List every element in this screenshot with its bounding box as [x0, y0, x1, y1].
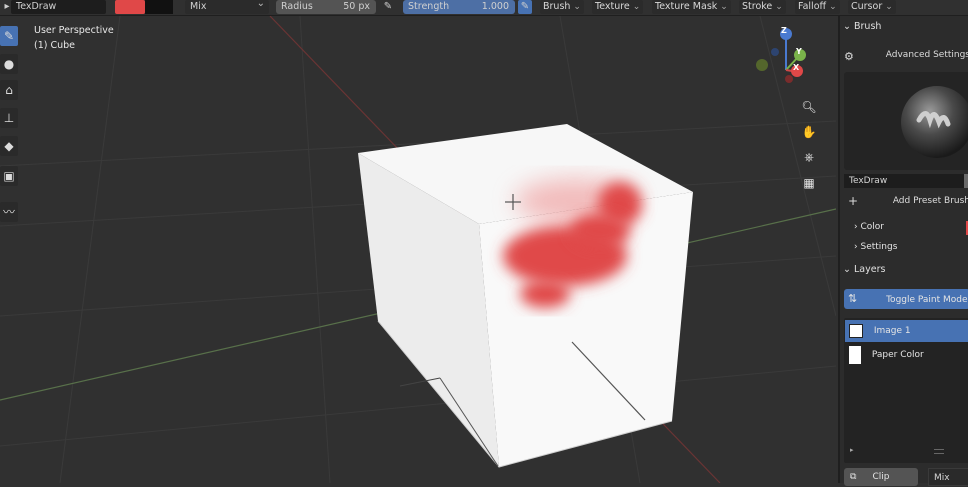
- blend-mode-text: Mix: [190, 1, 207, 12]
- brush-section-title: Brush: [854, 21, 882, 32]
- properties-panel: ⌄ Brush ⚙ Advanced Settings TexDraw + Ad…: [838, 16, 968, 486]
- chevron-down-icon: ⌄: [843, 264, 851, 275]
- list-expand-icon[interactable]: ▸: [850, 446, 854, 454]
- smear-brush-icon[interactable]: ⌂: [0, 80, 18, 100]
- add-preset-button[interactable]: Add Preset Brush: [868, 196, 968, 206]
- add-preset-label: Add Preset Brush: [892, 196, 968, 206]
- layer-blend-value: Mix: [934, 473, 950, 483]
- clip-icon: ⧉: [850, 472, 857, 482]
- image-layer-icon: [849, 323, 863, 338]
- menu-cursor-label: Cursor: [851, 1, 883, 12]
- toggle-paint-mode-button[interactable]: ⇅ Toggle Paint Mode: [844, 289, 968, 309]
- add-icon[interactable]: +: [848, 194, 858, 208]
- draw-brush-icon[interactable]: ✎: [0, 26, 18, 46]
- radius-value: 50 px: [343, 1, 370, 12]
- brush-sphere-icon: [901, 86, 968, 158]
- clip-label: Clip: [872, 472, 890, 482]
- mask-brush-icon[interactable]: ▣: [0, 166, 18, 186]
- gear-icon[interactable]: ⚙: [844, 50, 858, 64]
- layer-blend-select[interactable]: Mix: [928, 468, 968, 486]
- viewport-scene: [0, 16, 836, 483]
- brush-name-text: TexDraw: [16, 1, 57, 12]
- settings-row-label: Settings: [860, 242, 898, 252]
- tool-header: ▸ TexDraw Mix Radius 50 px ✎ Strength 1.…: [0, 0, 968, 16]
- gizmo-y-label: Y: [796, 47, 802, 56]
- advanced-settings-label: Advanced Settings: [885, 50, 968, 60]
- radius-slider[interactable]: Radius 50 px: [276, 0, 376, 14]
- brush-name-field[interactable]: TexDraw: [11, 0, 106, 14]
- soften-brush-icon[interactable]: ●: [0, 54, 18, 74]
- swap-icon: ⇅: [848, 292, 858, 305]
- annotate-tool-icon[interactable]: 〰: [0, 202, 18, 222]
- menu-texture-mask-label: Texture Mask: [655, 1, 718, 12]
- radius-label: Radius: [281, 1, 313, 12]
- toggle-paint-mode-label: Toggle Paint Mode: [886, 295, 968, 305]
- strength-slider[interactable]: Strength 1.000: [403, 0, 515, 14]
- menu-texture[interactable]: Texture ⌄: [592, 0, 644, 14]
- strength-value: 1.000: [481, 1, 509, 12]
- menu-texture-label: Texture: [595, 1, 630, 12]
- paper-color-icon: [849, 345, 861, 364]
- color-swatch[interactable]: [115, 0, 145, 14]
- menu-brush[interactable]: Brush ⌄: [540, 0, 584, 14]
- menu-falloff[interactable]: Falloff ⌄: [795, 0, 840, 14]
- gizmo-x-label: X: [793, 63, 800, 72]
- brush-name-value: TexDraw: [849, 176, 888, 186]
- color-row[interactable]: › Color: [854, 216, 968, 238]
- advanced-settings-button[interactable]: Advanced Settings: [870, 50, 968, 66]
- layers-list: Image 1 Paper Color ▸: [844, 318, 968, 463]
- gizmo-z-label: Z: [781, 26, 787, 35]
- strength-pressure-icon[interactable]: ✎: [518, 0, 532, 14]
- clip-button[interactable]: ⧉ Clip: [844, 468, 918, 486]
- hand-icon[interactable]: ✋: [800, 123, 818, 141]
- layer-name: Paper Color: [871, 350, 924, 360]
- brush-name-input[interactable]: TexDraw: [844, 174, 964, 188]
- brush-fake-user[interactable]: [964, 174, 968, 188]
- chevron-down-icon: ⌄: [843, 21, 851, 32]
- menu-stroke-label: Stroke: [742, 1, 773, 12]
- radius-pressure-icon[interactable]: ✎: [381, 0, 395, 14]
- settings-row[interactable]: › Settings: [854, 236, 968, 258]
- zoom-icon[interactable]: 🔍︎: [800, 98, 818, 116]
- left-toolbar: ✎ ● ⌂ ⊥ ◆ ▣ 〰: [0, 22, 22, 232]
- layers-section-title: Layers: [854, 264, 886, 275]
- menu-cursor[interactable]: Cursor ⌄: [848, 0, 896, 14]
- brush-preview[interactable]: [844, 72, 968, 170]
- menu-brush-label: Brush: [543, 1, 571, 12]
- resize-handle-icon[interactable]: [934, 449, 944, 454]
- chevron-right-icon: ›: [854, 222, 858, 232]
- menu-falloff-label: Falloff: [798, 1, 827, 12]
- chevron-right-icon: ›: [854, 242, 858, 252]
- clone-brush-icon[interactable]: ⊥: [0, 108, 18, 128]
- object-name: (1) Cube: [34, 40, 76, 51]
- perspective-grid-icon[interactable]: ▦: [800, 174, 818, 192]
- menu-stroke[interactable]: Stroke ⌄: [739, 0, 786, 14]
- layer-item-image-1[interactable]: Image 1: [845, 320, 968, 342]
- view-name: User Perspective: [34, 25, 114, 36]
- secondary-color-swatch[interactable]: [145, 0, 173, 14]
- layers-section-header[interactable]: ⌄ Layers: [843, 264, 885, 275]
- blend-mode-select[interactable]: Mix: [185, 0, 269, 14]
- strength-label: Strength: [408, 1, 450, 12]
- brush-section-header[interactable]: ⌄ Brush: [843, 21, 881, 32]
- fill-brush-icon[interactable]: ◆: [0, 136, 18, 156]
- menu-texture-mask[interactable]: Texture Mask ⌄: [652, 0, 731, 14]
- camera-icon[interactable]: ⎈: [800, 148, 818, 166]
- color-row-label: Color: [860, 222, 884, 232]
- 3d-viewport[interactable]: Z Y X User Perspective (1) Cube 🔍︎ ✋ ⎈ ▦: [0, 16, 836, 483]
- layer-name: Image 1: [873, 326, 911, 336]
- layer-item-paper-color[interactable]: Paper Color: [845, 344, 968, 366]
